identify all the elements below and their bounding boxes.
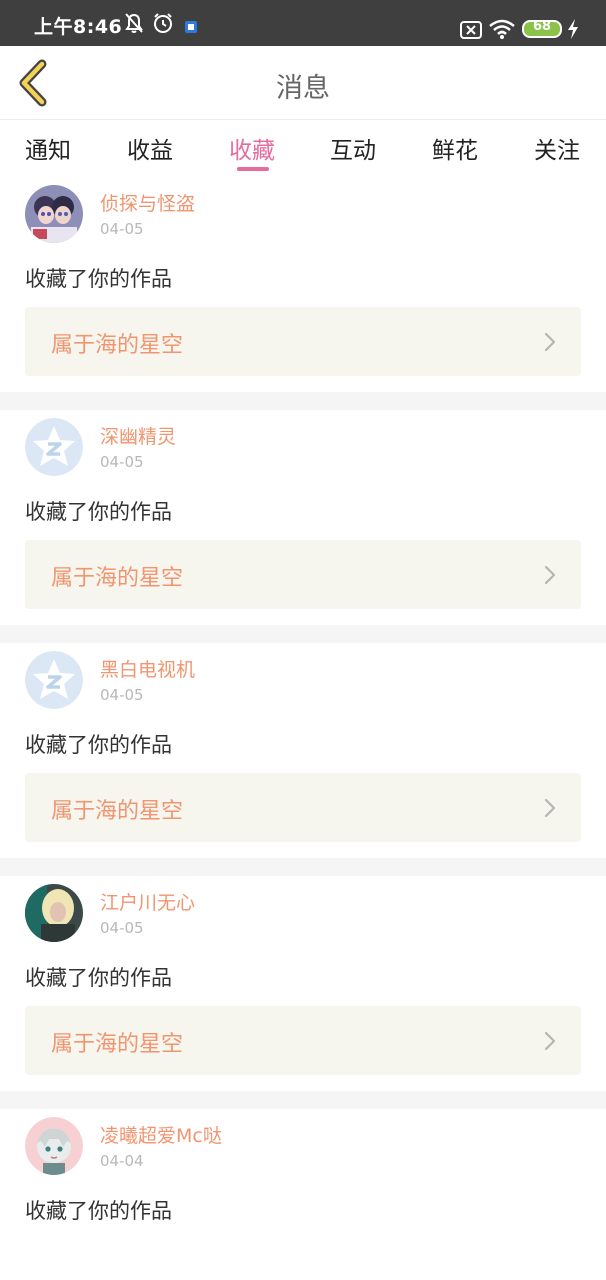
wifi-icon [489, 19, 515, 39]
username[interactable]: 江户川无心 [100, 888, 195, 915]
chevron-right-icon [544, 565, 556, 585]
work-title: 属于海的星空 [51, 1032, 184, 1057]
avatar[interactable] [25, 651, 83, 709]
avatar[interactable] [25, 1117, 83, 1175]
list-item: 凌曦超爱Mc哒 04-04 收藏了你的作品 [0, 1109, 606, 1280]
list-item: 黑白电视机 04-05 收藏了你的作品 属于海的星空 [0, 643, 606, 858]
timestamp: 04-05 [100, 453, 144, 471]
avatar[interactable] [25, 418, 83, 476]
chevron-right-icon [544, 1031, 556, 1051]
list-item: 江户川无心 04-05 收藏了你的作品 属于海的星空 [0, 876, 606, 1091]
username[interactable]: 深幽精灵 [100, 422, 176, 449]
divider [0, 625, 606, 643]
star-icon [25, 651, 83, 709]
username[interactable]: 黑白电视机 [100, 655, 195, 682]
timestamp: 04-05 [100, 919, 144, 937]
battery-icon: 68 [522, 19, 562, 38]
star-icon [25, 418, 83, 476]
divider [0, 392, 606, 410]
avatar[interactable] [25, 884, 83, 942]
charging-icon [568, 19, 578, 39]
chevron-right-icon [544, 332, 556, 352]
action-text: 收藏了你的作品 [25, 733, 172, 757]
username[interactable]: 凌曦超爱Mc哒 [100, 1121, 222, 1148]
active-tab-indicator [237, 167, 269, 171]
nav-header: 消息 [0, 46, 606, 120]
status-time: 上午8:46 [34, 16, 123, 38]
battery-level: 68 [532, 19, 552, 34]
work-title: 属于海的星空 [51, 566, 184, 591]
work-link[interactable]: 属于海的星空 [25, 307, 581, 376]
work-link[interactable]: 属于海的星空 [25, 540, 581, 609]
alarm-icon [154, 13, 172, 33]
work-title: 属于海的星空 [51, 333, 184, 358]
timestamp: 04-05 [100, 686, 144, 704]
work-link[interactable]: 属于海的星空 [25, 773, 581, 842]
username[interactable]: 侦探与怪盗 [100, 189, 195, 216]
tab-flowers[interactable]: 鲜花 [432, 131, 478, 165]
sim-x-icon [460, 21, 482, 39]
tab-favorites[interactable]: 收藏 [229, 131, 275, 165]
action-text: 收藏了你的作品 [25, 500, 172, 524]
avatar[interactable] [25, 185, 83, 243]
tab-notifications[interactable]: 通知 [25, 131, 71, 165]
divider [0, 858, 606, 876]
action-text: 收藏了你的作品 [25, 966, 172, 990]
work-title: 属于海的星空 [51, 799, 184, 824]
timestamp: 04-04 [100, 1152, 144, 1170]
timestamp: 04-05 [100, 220, 144, 238]
chevron-right-icon [544, 798, 556, 818]
divider [0, 1091, 606, 1109]
work-link[interactable]: 属于海的星空 [25, 1006, 581, 1075]
tab-follows[interactable]: 关注 [534, 131, 580, 165]
action-text: 收藏了你的作品 [25, 267, 172, 291]
status-bar: 上午8:46 68 [0, 0, 606, 46]
action-text: 收藏了你的作品 [25, 1199, 172, 1223]
tab-bar: 通知 收益 收藏 互动 鲜花 关注 [0, 121, 606, 177]
list-item: 侦探与怪盗 04-05 收藏了你的作品 属于海的星空 [0, 177, 606, 392]
app-notification-icon [185, 21, 197, 33]
bell-off-icon [125, 13, 143, 33]
page-title: 消息 [276, 73, 330, 104]
tab-interactions[interactable]: 互动 [330, 131, 376, 165]
list-item: 深幽精灵 04-05 收藏了你的作品 属于海的星空 [0, 410, 606, 625]
tab-earnings[interactable]: 收益 [127, 131, 173, 165]
